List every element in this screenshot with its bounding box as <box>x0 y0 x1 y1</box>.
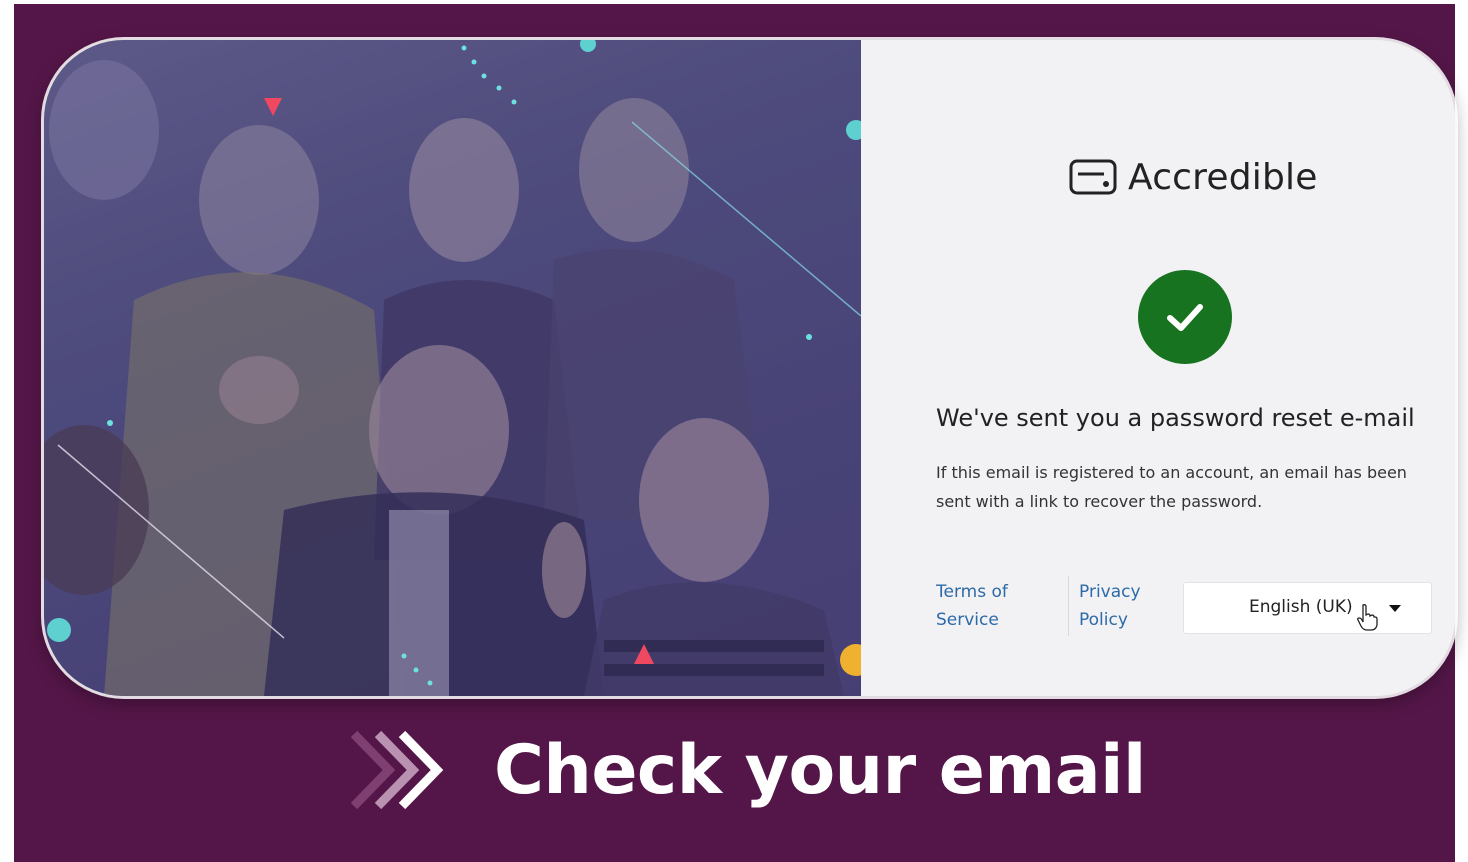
terms-link-line-2: Service <box>936 610 999 630</box>
screenshot-card: Accredible We've sent you a password res… <box>44 40 1455 696</box>
language-select-value: English (UK) <box>1249 597 1353 617</box>
footer-divider <box>1068 576 1069 636</box>
privacy-link-line-1: Privacy <box>1079 582 1141 602</box>
success-badge <box>1138 270 1232 364</box>
hero-photo-illustration <box>44 40 861 696</box>
chevron-down-icon <box>1389 605 1401 612</box>
checkmark-icon <box>1167 304 1203 331</box>
reset-panel: Accredible We've sent you a password res… <box>861 40 1455 696</box>
terms-link-line-1: Terms of <box>936 582 1008 602</box>
brand-logo: Accredible <box>1068 152 1318 202</box>
language-select[interactable]: English (UK) <box>1183 582 1432 634</box>
triple-chevron-icon <box>350 730 444 810</box>
privacy-policy-link[interactable]: Privacy Policy <box>1079 578 1169 634</box>
confirmation-heading: We've sent you a password reset e-mail <box>936 404 1415 432</box>
credential-card-icon <box>1069 159 1117 195</box>
terms-of-service-link[interactable]: Terms of Service <box>936 578 1036 634</box>
slide-background: Accredible We've sent you a password res… <box>14 4 1455 862</box>
brand-name: Accredible <box>1128 156 1318 198</box>
privacy-link-line-2: Policy <box>1079 610 1128 630</box>
caption-text: Check your email <box>494 730 1146 810</box>
confirmation-message: If this email is registered to an accoun… <box>936 463 1407 511</box>
hero-photo <box>44 40 861 696</box>
slide-caption: Check your email <box>344 722 1146 818</box>
hand-pointer-icon <box>1357 604 1378 631</box>
